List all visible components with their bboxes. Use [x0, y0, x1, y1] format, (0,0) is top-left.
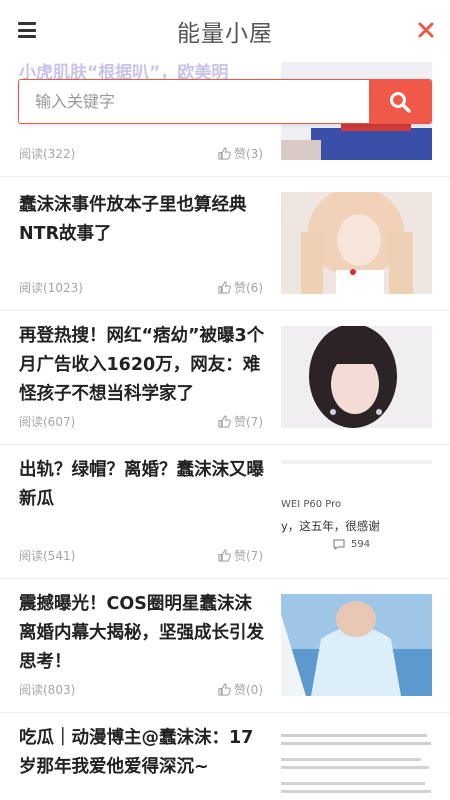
read-count: 阅读(607)	[19, 414, 76, 429]
article-thumbnail	[281, 728, 432, 800]
read-count: 阅读(803)	[19, 682, 76, 697]
thumbs-up-icon	[218, 146, 231, 160]
read-count: 阅读(1023)	[19, 280, 83, 295]
thumb-comment: 594	[333, 539, 370, 550]
like-count: 赞(0)	[234, 682, 263, 697]
read-count: 阅读(322)	[19, 146, 76, 161]
card-meta: 阅读(1023) 赞(6)	[19, 278, 263, 296]
article-thumbnail	[281, 192, 432, 294]
list-item[interactable]: 吃瓜｜动漫博主@蠢沫沫：17岁那年我爱他爱得深沉~	[0, 713, 450, 800]
like-button[interactable]: 赞(6)	[218, 279, 263, 296]
list-item[interactable]: 再登热搜！网红“痞幼”被曝3个月广告收入1620万，网友：难怪孩子不想当科学家了…	[0, 311, 450, 445]
article-thumbnail: WEI P60 Pro y，这五年，很感谢 594	[281, 460, 432, 562]
article-title: 蠢沫沫事件放本子里也算经典NTR故事了	[19, 195, 247, 244]
like-count: 赞(7)	[234, 548, 263, 563]
read-count: 阅读(541)	[19, 548, 76, 563]
comment-count: 594	[351, 539, 371, 550]
like-count: 赞(3)	[234, 146, 263, 161]
search-icon	[390, 91, 411, 113]
card-meta: 阅读(607) 赞(7)	[19, 412, 263, 430]
comment-icon	[333, 539, 345, 550]
like-button[interactable]: 赞(3)	[218, 145, 263, 162]
like-button[interactable]: 赞(7)	[218, 413, 263, 430]
thumbs-up-icon	[218, 548, 231, 562]
thumbs-up-icon	[218, 682, 231, 696]
thumbs-up-icon	[218, 280, 231, 294]
thumb-text-line: WEI P60 Pro	[281, 499, 342, 510]
card-meta: 阅读(803) 赞(0)	[19, 680, 263, 698]
like-button[interactable]: 赞(7)	[218, 547, 263, 564]
search-input[interactable]	[19, 80, 369, 123]
list-item[interactable]: 震撼曝光！COS圈明星蠢沫沫离婚内幕大揭秘，坚强成长引发思考！ 阅读(803) …	[0, 579, 450, 713]
card-meta: 阅读(541) 赞(7)	[19, 546, 263, 564]
thumbs-up-icon	[218, 414, 231, 428]
article-title: 吃瓜｜动漫博主@蠢沫沫：17岁那年我爱他爱得深沉~	[19, 728, 254, 777]
like-count: 赞(7)	[234, 414, 263, 429]
article-title: 震撼曝光！COS圈明星蠢沫沫离婚内幕大揭秘，坚强成长引发思考！	[19, 594, 264, 672]
article-thumbnail	[281, 594, 432, 696]
like-button[interactable]: 赞(0)	[218, 681, 263, 698]
list-item[interactable]: 出轨？绿帽？离婚？蠢沫沫又曝新瓜 WEI P60 Pro y，这五年，很感谢 5…	[0, 445, 450, 579]
search-bar	[18, 79, 432, 124]
app-header: 能量小屋	[0, 0, 450, 62]
thumb-text-line: y，这五年，很感谢	[281, 519, 380, 533]
article-title: 再登热搜！网红“痞幼”被曝3个月广告收入1620万，网友：难怪孩子不想当科学家了	[19, 326, 265, 404]
list-item[interactable]: 蠢沫沫事件放本子里也算经典NTR故事了 阅读(1023) 赞(6)	[0, 177, 450, 311]
card-meta: 阅读(322) 赞(3)	[19, 144, 263, 162]
article-title: 出轨？绿帽？离婚？蠢沫沫又曝新瓜	[19, 460, 264, 509]
like-count: 赞(6)	[234, 280, 263, 295]
close-icon[interactable]	[414, 16, 438, 44]
article-thumbnail	[281, 326, 432, 428]
page-title: 能量小屋	[177, 21, 273, 47]
search-button[interactable]	[369, 80, 431, 123]
hamburger-menu-icon[interactable]	[18, 22, 36, 38]
